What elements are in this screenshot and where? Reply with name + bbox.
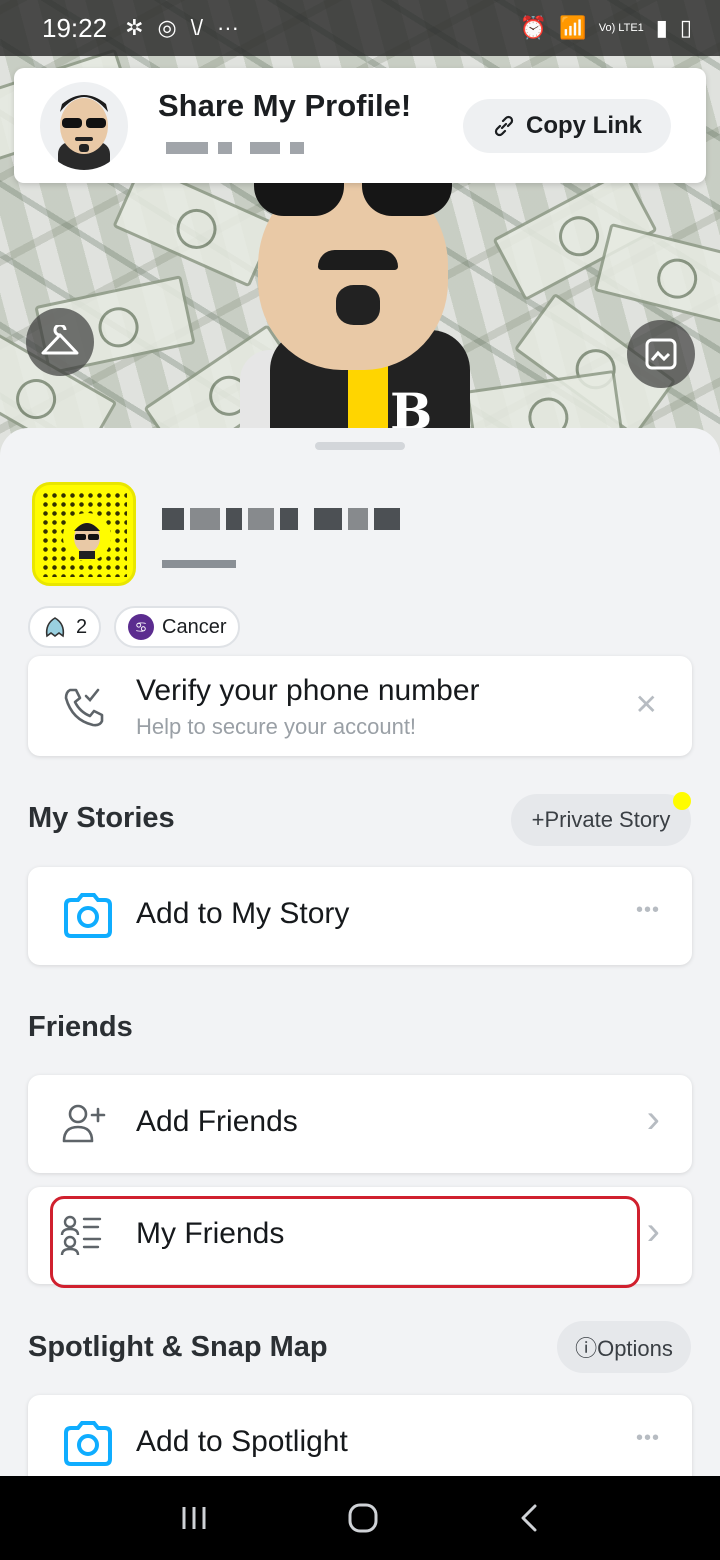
spotlight-heading: Spotlight & Snap Map (28, 1331, 328, 1363)
snapcode[interactable] (32, 482, 136, 586)
money-pattern (593, 222, 720, 328)
redacted-handle (162, 560, 236, 568)
hanger-icon[interactable] (26, 308, 94, 376)
wifi-icon: 📶 (559, 15, 587, 40)
chevron-right-icon: › (646, 1209, 660, 1253)
share-title: Share My Profile! (158, 88, 412, 123)
more-notifications-icon: ··· (216, 15, 239, 40)
back-icon[interactable] (517, 1502, 541, 1534)
status-time: 19:22 (42, 12, 108, 43)
status-bar: 19:22 ✲ ◎ \/ ··· ⏰ 📶 Vo) LTE1 ▮ ▯ (0, 0, 720, 56)
network-label: Vo) LTE1 (598, 21, 644, 34)
android-nav-bar (0, 1476, 720, 1560)
profile-sheet[interactable]: 2 ♋ Cancer Verify your phone number Help… (0, 428, 720, 1493)
options-label: ⓘOptions (575, 1336, 673, 1361)
camera-icon (60, 891, 116, 941)
instagram-icon: ◎ (157, 15, 177, 40)
phone-check-icon (60, 684, 108, 730)
add-friends-row[interactable]: Add Friends › (28, 1075, 692, 1173)
more-options-icon[interactable]: ••• (636, 899, 660, 922)
add-to-spotlight-label: Add to Spotlight (136, 1425, 348, 1458)
add-friends-label: Add Friends (136, 1105, 298, 1138)
options-button[interactable]: ⓘOptions (557, 1321, 691, 1373)
cancer-zodiac-icon: ♋ (128, 614, 154, 640)
notification-dot (673, 792, 691, 810)
private-story-button[interactable]: +Private Story (511, 794, 691, 846)
close-icon[interactable]: ✕ (635, 688, 658, 721)
add-friend-icon (60, 1101, 108, 1145)
copy-link-button[interactable]: Copy Link (463, 99, 671, 153)
avatar (40, 82, 128, 170)
vee-icon: \/ (190, 15, 203, 40)
redacted-display-name (162, 508, 400, 530)
my-stories-heading: My Stories (28, 802, 175, 834)
bitmoji-character: B (240, 150, 480, 470)
system-icons: ⏰ 📶 Vo) LTE1 ▮ ▯ (520, 15, 692, 41)
private-story-label: +Private Story (531, 807, 671, 832)
aperture-icon: ✲ (125, 15, 144, 40)
friends-count-chip[interactable]: 2 (28, 606, 102, 648)
notification-icons: ✲ ◎ \/ ··· (125, 15, 239, 41)
zodiac-chip[interactable]: ♋ Cancer (114, 606, 241, 648)
battery-icon: ▯ (679, 15, 692, 40)
verify-title: Verify your phone number (136, 674, 480, 707)
friends-heading: Friends (28, 1011, 133, 1043)
share-profile-card[interactable]: Share My Profile! Copy Link (14, 68, 706, 183)
alarm-icon: ⏰ (519, 15, 548, 40)
friends-count: 2 (76, 615, 88, 638)
chevron-right-icon: › (646, 1097, 660, 1141)
verify-subtitle: Help to secure your account! (136, 714, 417, 739)
zodiac-label: Cancer (162, 615, 227, 638)
camera-icon (60, 1419, 116, 1469)
highlight-annotation (50, 1196, 640, 1288)
image-frame-icon[interactable] (627, 320, 695, 388)
link-icon (494, 115, 514, 137)
recent-apps-icon[interactable] (179, 1503, 209, 1533)
redacted-username (166, 142, 304, 154)
add-to-my-story-row[interactable]: Add to My Story ••• (28, 867, 692, 965)
copy-link-label: Copy Link (525, 112, 642, 139)
drag-handle[interactable] (315, 442, 405, 450)
ghost-icon (45, 617, 65, 638)
more-options-icon[interactable]: ••• (636, 1427, 660, 1450)
home-icon[interactable] (347, 1502, 379, 1534)
add-to-my-story-label: Add to My Story (136, 897, 350, 930)
verify-phone-card[interactable]: Verify your phone number Help to secure … (28, 656, 692, 756)
signal-icon: ▮ (655, 15, 668, 40)
